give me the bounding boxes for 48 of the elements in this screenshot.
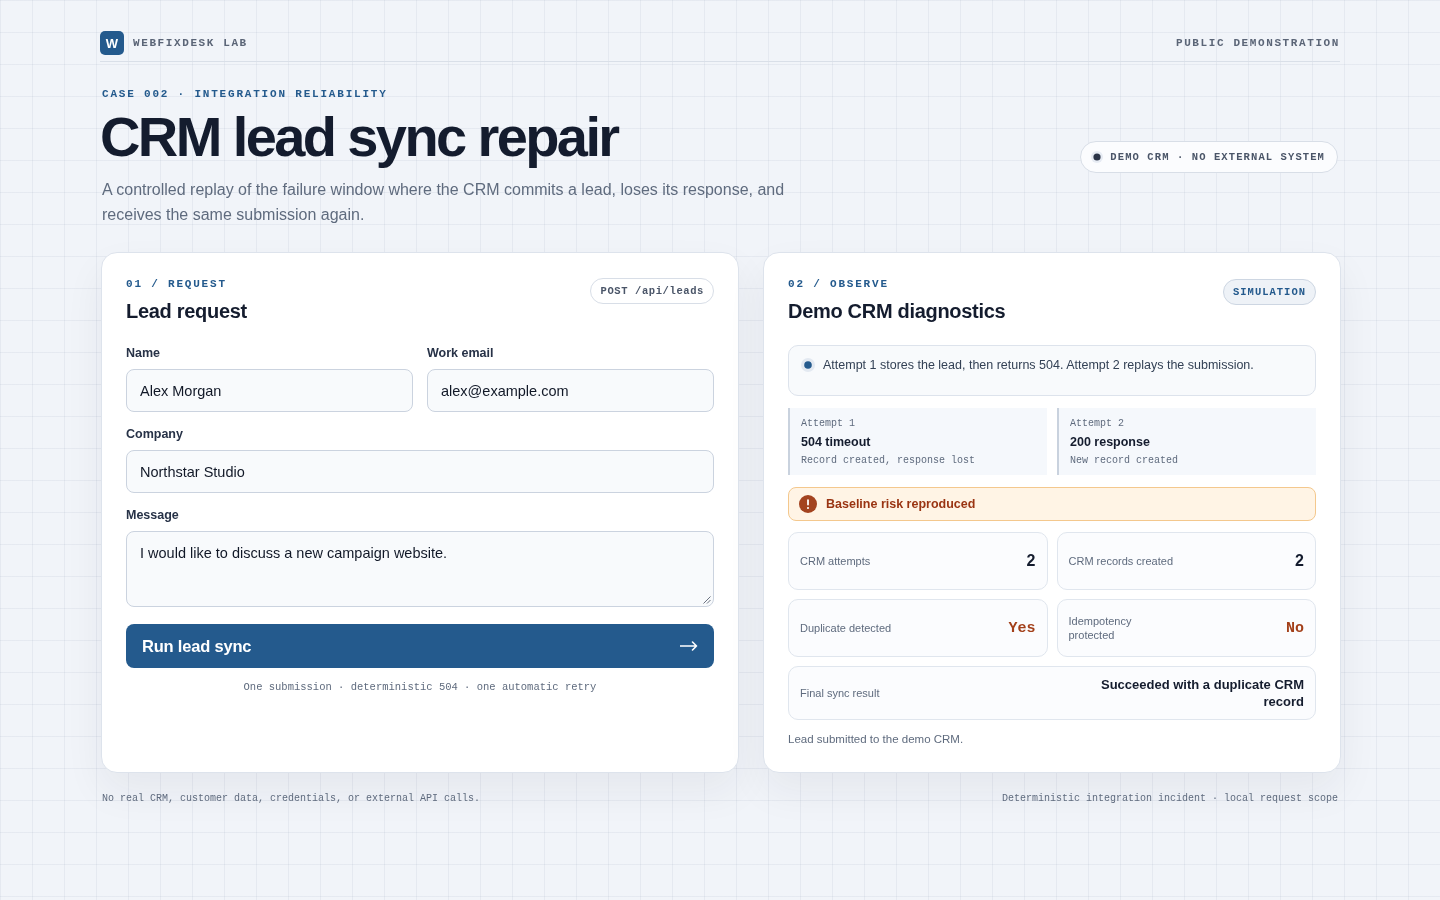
status-dot-icon [801,358,815,372]
attempt-status: 504 timeout [801,434,872,450]
metric-label: Duplicate detected [800,621,892,635]
step-label: 02 / OBSERVE [788,277,890,291]
attempt-label: Attempt 2 [1070,417,1125,430]
result-value: Succeeded with a duplicate CRM record [1100,676,1304,710]
status-dot-icon [1091,151,1104,163]
alert-text: Baseline risk reproduced [826,496,976,513]
metric-label: Idempotency protected [1068,614,1133,642]
field-label: Company [126,426,184,442]
metric-value: No [1286,619,1304,637]
status-note: Lead submitted to the demo CRM. [788,732,965,746]
scope-text: DEMO CRM · NO EXTERNAL SYSTEM [1110,150,1325,164]
metric-value: Yes [1008,619,1036,637]
case-eyebrow: CASE 002 · INTEGRATION RELIABILITY [102,87,388,101]
metric-value: 2 [1295,552,1304,570]
page-title: CRM lead sync repair [100,107,618,167]
page-subtitle: A controlled replay of the failure window where the CRM commits a lead, loses its response, and receives the same submission again. [102,180,786,225]
field-label: Name [126,345,162,361]
result-label: Final sync result [800,686,880,700]
text-field[interactable]: Alex Morgan [126,369,413,412]
message-field[interactable]: I would like to discuss a new campaign website. [126,531,714,607]
metric-label: CRM records created [1068,554,1174,568]
brand-logo: W [100,31,124,55]
run-sync-button[interactable]: Run lead sync [126,624,714,668]
run-note: One submission · deterministic 504 · one automatic retry [242,680,598,694]
mode-pill: SIMULATION [1223,279,1316,305]
resize-handle-icon[interactable] [703,596,711,604]
panel-title: Lead request [126,299,247,323]
metric-label: CRM attempts [800,554,871,568]
field-label: Work email [427,345,495,361]
step-label: 01 / REQUEST [126,277,228,291]
attempt-detail: Record created, response lost [801,454,977,467]
metric-value: 2 [1026,552,1036,570]
attempt-status: 200 response [1070,434,1151,450]
header-tagline: PUBLIC DEMONSTRATION [1175,37,1340,49]
alert-icon [799,495,817,513]
text-field[interactable]: Northstar Studio [126,450,714,493]
text-field[interactable]: alex@example.com [427,369,714,412]
arrow-right-icon [680,641,698,651]
field-label: Message [126,507,180,523]
attempt-detail: New record created [1070,454,1180,467]
attempt-label: Attempt 1 [801,417,856,430]
footer-note: Deterministic integration incident · local request scope [1001,792,1338,806]
panel-title: Demo CRM diagnostics [788,299,1006,323]
brand-name: WEBFIXDESK LAB [133,37,248,49]
summary-text: Attempt 1 stores the lead, then returns 504. Attempt 2 replays the submission. [823,357,1254,373]
footer-note: No real CRM, customer data, credentials, or external API calls. [102,792,481,806]
